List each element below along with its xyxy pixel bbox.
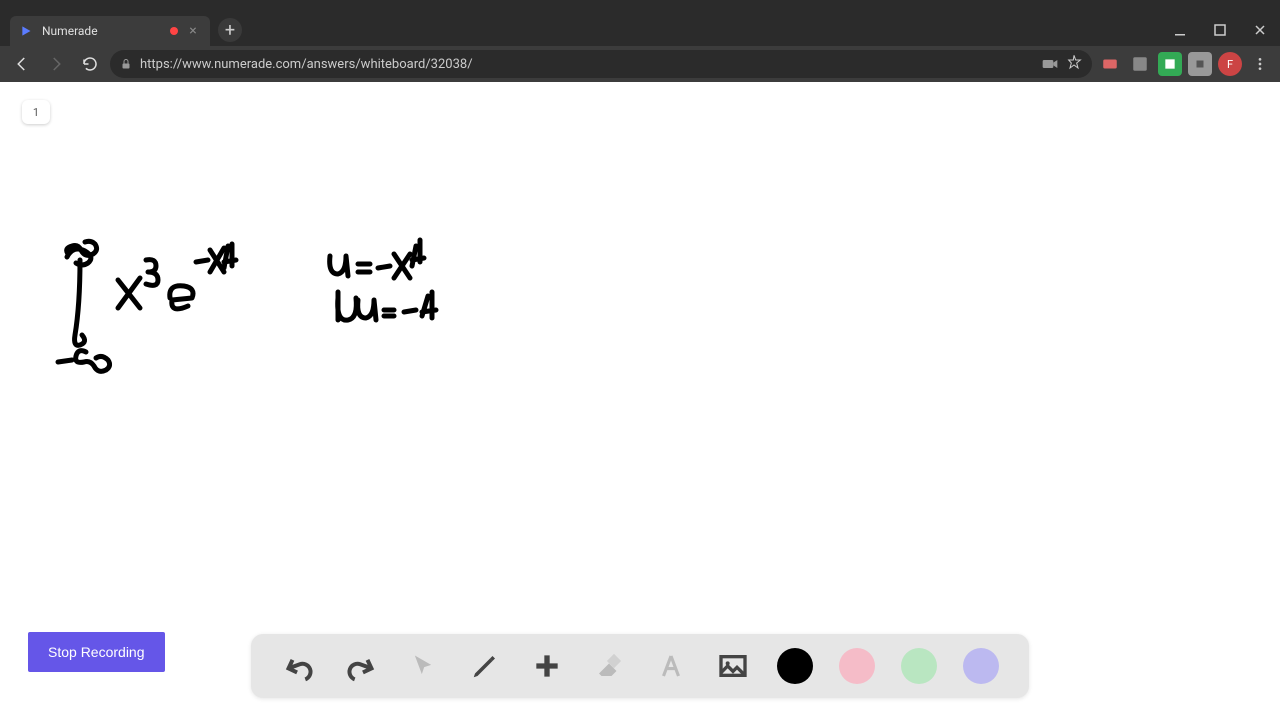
tab-title: Numerade <box>42 24 162 38</box>
bookmark-star-icon[interactable] <box>1066 54 1082 74</box>
whiteboard-canvas[interactable] <box>0 82 500 402</box>
extension-icon-1[interactable] <box>1098 52 1122 76</box>
browser-tab[interactable]: Numerade × <box>10 16 210 46</box>
browser-address-bar: https://www.numerade.com/answers/whitebo… <box>0 46 1280 82</box>
maximize-button[interactable] <box>1200 14 1240 46</box>
back-button[interactable] <box>8 50 36 78</box>
undo-button[interactable] <box>281 648 317 684</box>
color-black[interactable] <box>777 648 813 684</box>
pointer-tool[interactable] <box>405 648 441 684</box>
browser-menu-button[interactable] <box>1248 52 1272 76</box>
pen-tool[interactable] <box>467 648 503 684</box>
extension-icon-3[interactable] <box>1158 52 1182 76</box>
extension-icon-4[interactable] <box>1188 52 1212 76</box>
add-tool[interactable] <box>529 648 565 684</box>
browser-tab-bar: Numerade × + <box>0 14 1280 46</box>
image-tool[interactable] <box>715 648 751 684</box>
extension-icon-2[interactable] <box>1128 52 1152 76</box>
redo-button[interactable] <box>343 648 379 684</box>
recording-indicator-icon <box>170 27 178 35</box>
color-purple[interactable] <box>963 648 999 684</box>
lock-icon <box>120 55 132 74</box>
window-controls <box>1160 14 1280 46</box>
profile-avatar[interactable]: F <box>1218 52 1242 76</box>
close-window-button[interactable] <box>1240 14 1280 46</box>
minimize-button[interactable] <box>1160 14 1200 46</box>
url-text: https://www.numerade.com/answers/whitebo… <box>140 57 1034 72</box>
whiteboard-toolbar <box>251 634 1029 698</box>
color-green[interactable] <box>901 648 937 684</box>
eraser-tool[interactable] <box>591 648 627 684</box>
stop-recording-button[interactable]: Stop Recording <box>28 632 165 672</box>
forward-button[interactable] <box>42 50 70 78</box>
new-tab-button[interactable]: + <box>218 18 242 42</box>
tab-favicon <box>20 24 34 38</box>
camera-icon[interactable] <box>1042 55 1058 74</box>
reload-button[interactable] <box>76 50 104 78</box>
window-titlebar <box>0 0 1280 14</box>
extension-icons: F <box>1098 52 1272 76</box>
color-pink[interactable] <box>839 648 875 684</box>
text-tool[interactable] <box>653 648 689 684</box>
tab-close-button[interactable]: × <box>186 24 200 38</box>
url-input[interactable]: https://www.numerade.com/answers/whitebo… <box>110 50 1092 78</box>
page-content: 1 <box>0 82 1280 720</box>
